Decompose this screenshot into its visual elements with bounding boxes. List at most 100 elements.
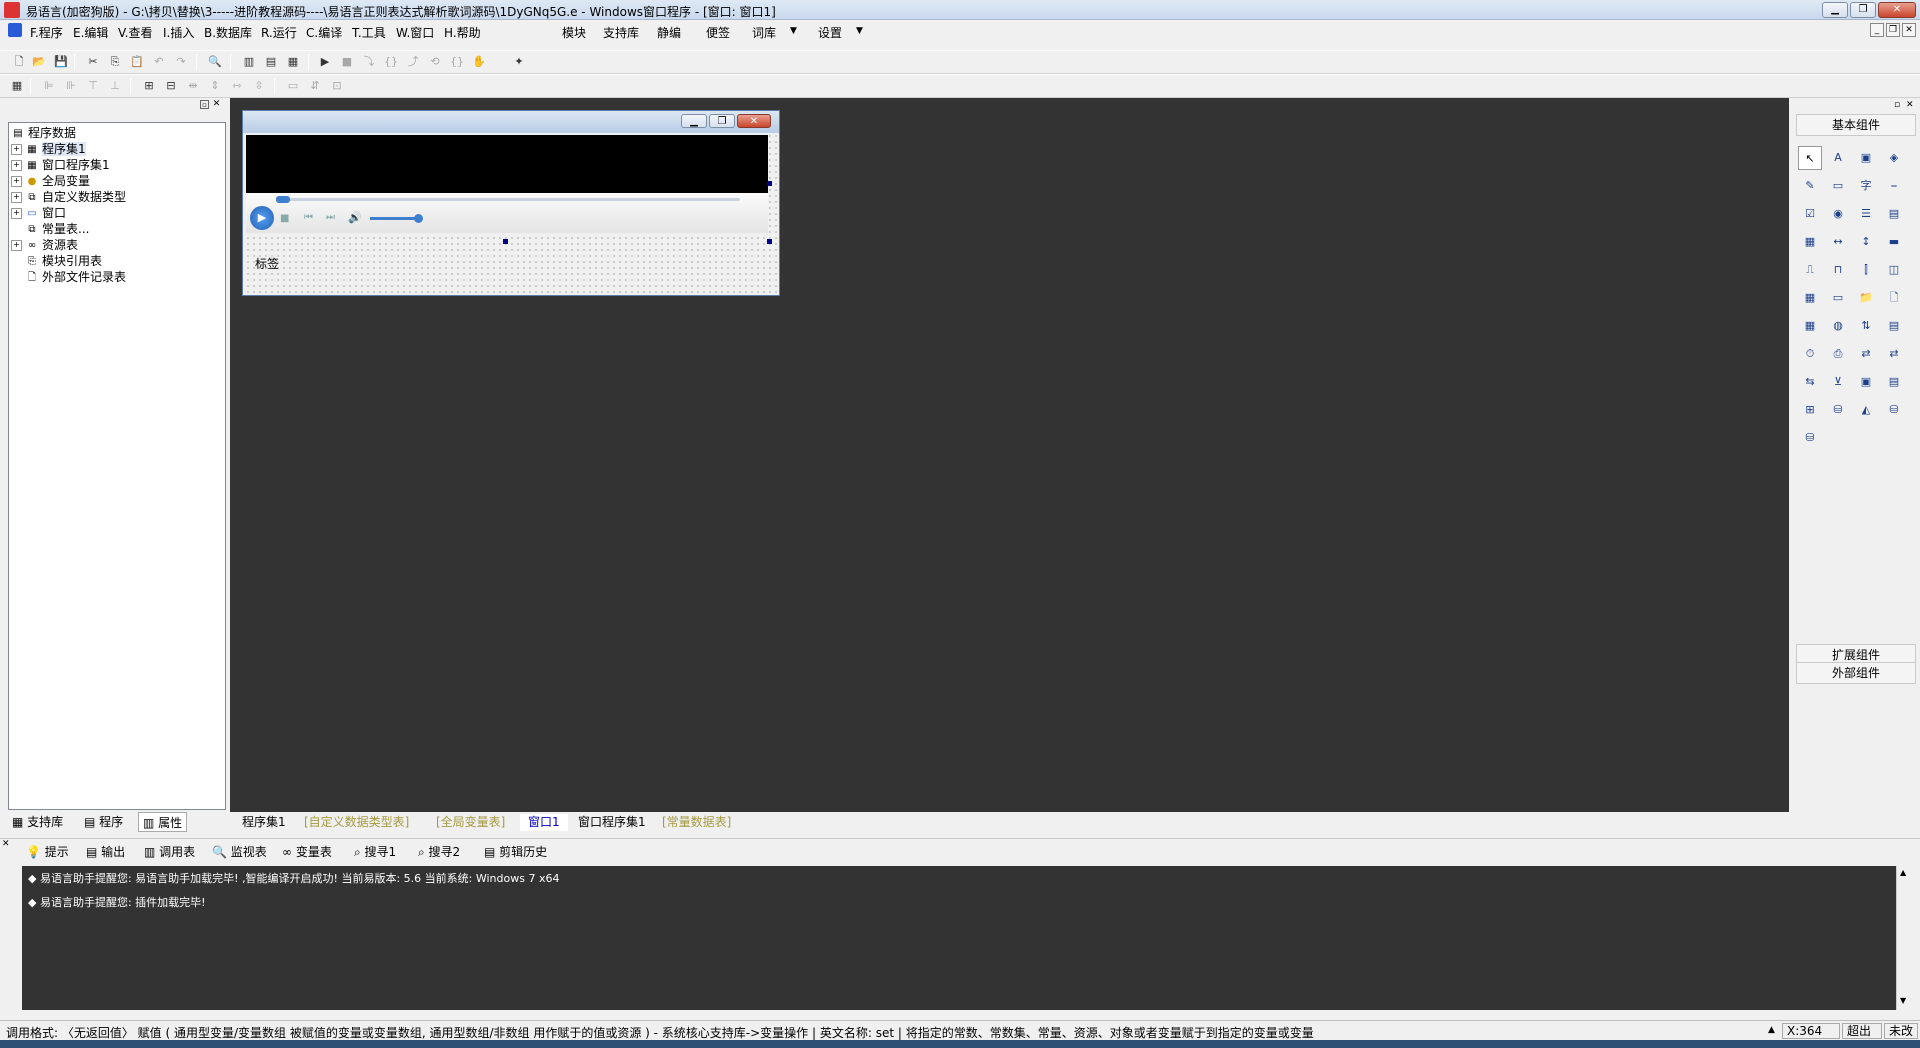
next-icon[interactable]: ⏭ [326, 212, 335, 223]
breakpoint-icon[interactable]: {} [448, 53, 466, 71]
align-left-icon[interactable]: ⊫ [40, 77, 58, 95]
color-picker-icon[interactable]: ▦ [1798, 314, 1822, 338]
tab-watch[interactable]: 🔍 监视表 [208, 843, 271, 861]
chevron-down-icon[interactable]: ▼ [856, 26, 863, 36]
close-icon[interactable]: ✕ [1906, 100, 1914, 110]
play-icon[interactable]: ▶ [250, 206, 274, 230]
tab-search1[interactable]: ⌕ 搜寻1 [350, 843, 400, 861]
save-icon[interactable]: 💾 [52, 53, 70, 71]
find-icon[interactable]: 🔍 [206, 53, 224, 71]
volume-icon[interactable]: 🔊 [348, 211, 362, 224]
progress-icon[interactable]: ▬ [1882, 230, 1906, 254]
vscroll-icon[interactable]: ↕ [1854, 230, 1878, 254]
grid-icon[interactable]: ▦ [8, 77, 26, 95]
layout-right-icon[interactable]: ▦ [284, 53, 302, 71]
tab-clipboard-history[interactable]: ▤ 剪辑历史 [480, 843, 551, 861]
open-folder-icon[interactable]: 📂 [30, 53, 48, 71]
menu-compile[interactable]: C.编译 [306, 24, 342, 41]
drive-box-icon[interactable]: ▭ [1826, 286, 1850, 310]
tree-node-constants[interactable]: ⧉ 常量表... [25, 221, 89, 237]
calendar-icon[interactable]: ▦ [1798, 286, 1822, 310]
menu-tools[interactable]: T.工具 [352, 24, 386, 41]
redo-icon[interactable]: ↷ [172, 53, 190, 71]
line-icon[interactable]: ⎯ [1882, 174, 1906, 198]
menu-modules[interactable]: 模块 [562, 24, 586, 41]
tab-variables[interactable]: ∞ 变量表 [278, 843, 336, 861]
listbox-icon[interactable]: ☰ [1854, 202, 1878, 226]
printer-icon[interactable]: ⎙ [1826, 342, 1850, 366]
menu-dictionary[interactable]: 词库 [752, 24, 776, 41]
menu-edit[interactable]: E.编辑 [73, 24, 108, 41]
picture-box-icon[interactable]: ▣ [1854, 146, 1878, 170]
tree-node-window[interactable]: + ▭ 窗口 [11, 205, 66, 221]
menu-program[interactable]: F.程序 [30, 24, 63, 41]
dialog-icon[interactable]: ▤ [1882, 314, 1906, 338]
tab-global-vars[interactable]: [全局变量表] [428, 814, 513, 831]
layout-bottom-icon[interactable]: ▤ [262, 53, 280, 71]
tab-control-icon[interactable]: ⊓ [1826, 258, 1850, 282]
timer-icon[interactable]: ⏱ [1798, 342, 1822, 366]
chart-icon[interactable]: ◭ [1854, 398, 1878, 422]
animation-icon[interactable]: ◫ [1882, 258, 1906, 282]
designer-window[interactable]: ▁ ❐ ✕ ▶ ■ ⏮ ⏭ 🔊 标签 [242, 110, 780, 296]
hyperlink-icon[interactable]: ◍ [1826, 314, 1850, 338]
tab-module1[interactable]: 程序集1 [234, 814, 294, 831]
menu-view[interactable]: V.查看 [118, 24, 152, 41]
tree-node-program-data[interactable]: ▤ 程序数据 [11, 125, 76, 141]
menu-static-compile[interactable]: 静编 [657, 24, 681, 41]
resize-handle[interactable] [503, 239, 508, 244]
run-icon[interactable]: ▶ [316, 53, 334, 71]
expand-icon[interactable]: + [11, 192, 22, 203]
close-icon[interactable]: ✕ [212, 100, 221, 109]
tree-node-resources[interactable]: + ∞ 资源表 [11, 237, 78, 253]
checkbox-icon[interactable]: ☑ [1798, 202, 1822, 226]
seek-bar[interactable] [276, 198, 740, 201]
tab-properties[interactable]: ▥ 属性 [138, 812, 188, 832]
menu-run[interactable]: R.运行 [261, 24, 297, 41]
tray-icon[interactable]: ⊻ [1826, 370, 1850, 394]
close-button[interactable]: ✕ [1878, 2, 1916, 18]
expand-icon[interactable]: + [11, 144, 22, 155]
copy-icon[interactable]: ⎘ [106, 53, 124, 71]
mdi-close-button[interactable]: ✕ [1902, 23, 1916, 37]
space-horizontal-icon[interactable]: ⇿ [228, 77, 246, 95]
client-icon[interactable]: ⇄ [1882, 342, 1906, 366]
space-vertical-icon[interactable]: ⇳ [250, 77, 268, 95]
menu-support-lib[interactable]: 支持库 [603, 24, 639, 41]
expand-icon[interactable]: + [11, 208, 22, 219]
tab-custom-types[interactable]: [自定义数据类型表] [296, 814, 417, 831]
odbc-source-icon[interactable]: ⛁ [1798, 426, 1822, 450]
tab-output[interactable]: ▤ 输出 [82, 843, 129, 861]
tab-call-stack[interactable]: ▥ 调用表 [140, 843, 199, 861]
stop-icon[interactable]: ■ [338, 53, 356, 71]
designer-minimize-button[interactable]: ▁ [681, 114, 707, 128]
tab-program[interactable]: ▤ 程序 [80, 812, 127, 832]
align-bottom-icon[interactable]: ⊥ [106, 77, 124, 95]
center-vertical-icon[interactable]: ⊟ [162, 77, 180, 95]
tree-node-module-refs[interactable]: ⎘ 模块引用表 [25, 253, 102, 269]
hscroll-icon[interactable]: ↔ [1826, 230, 1850, 254]
same-width-icon[interactable]: ⇹ [184, 77, 202, 95]
picture-group-icon[interactable]: ▣ [1854, 370, 1878, 394]
adjuster-icon[interactable]: ⇅ [1854, 314, 1878, 338]
odbc-db-icon[interactable]: ⛁ [1882, 398, 1906, 422]
label-control[interactable]: 标签 [255, 255, 279, 272]
volume-thumb[interactable] [414, 214, 423, 223]
server-icon[interactable]: ⇄ [1854, 342, 1878, 366]
expand-icon[interactable]: + [11, 176, 22, 187]
splitter-icon[interactable]: ⫿ [1854, 258, 1878, 282]
tab-tips[interactable]: 💡 提示 [22, 843, 73, 861]
undo-icon[interactable]: ↶ [150, 53, 168, 71]
menu-database[interactable]: B.数据库 [204, 24, 252, 41]
edit-box-icon[interactable]: ✎ [1798, 174, 1822, 198]
basic-components-header[interactable]: 基本组件 [1796, 114, 1916, 136]
tree-node-custom-types[interactable]: + ⧉ 自定义数据类型 [11, 189, 126, 205]
tab-order-icon[interactable]: ⇵ [306, 77, 324, 95]
menu-help[interactable]: H.帮助 [444, 24, 481, 41]
step-out-icon[interactable]: ⤴ [404, 53, 422, 71]
layout-left-icon[interactable]: ▥ [240, 53, 258, 71]
dir-box-icon[interactable]: 📁 [1854, 286, 1878, 310]
output-scrollbar[interactable]: ▲ ▼ [1896, 866, 1912, 1010]
pin-icon[interactable]: ▫ [1894, 100, 1900, 110]
new-file-icon[interactable]: 🗋 [10, 53, 28, 71]
